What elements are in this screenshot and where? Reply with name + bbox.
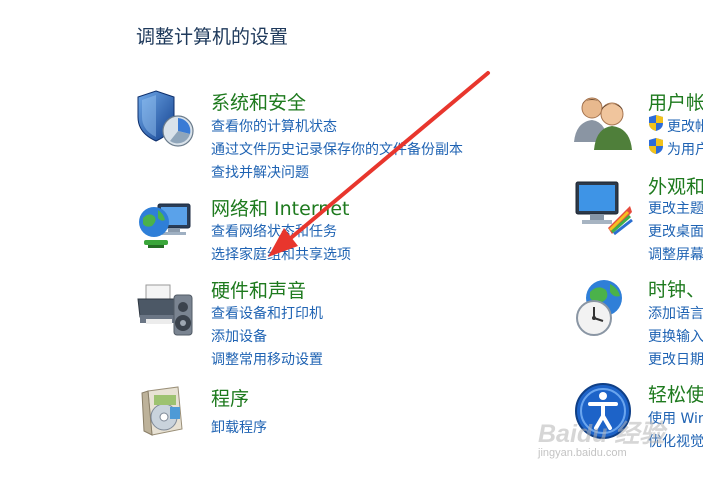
appearance-monitor-icon[interactable] [572, 178, 634, 240]
link-homegroup-sharing[interactable]: 选择家庭组和共享选项 [211, 244, 351, 264]
link-devices-printers[interactable]: 查看设备和打印机 [211, 303, 323, 323]
category-title-user-accounts[interactable]: 用户帐 [648, 88, 703, 115]
link-view-network-status[interactable]: 查看网络状态和任务 [211, 221, 337, 241]
link-change-date-format[interactable]: 更改日期 [648, 349, 703, 369]
link-family-safety[interactable]: 为用户 [667, 139, 703, 159]
category-title-appearance[interactable]: 外观和 [648, 172, 703, 199]
category-title-network-internet[interactable]: 网络和 Internet [211, 194, 349, 221]
uac-shield-icon [648, 114, 664, 132]
user-accounts-icon[interactable] [572, 90, 634, 152]
link-add-device[interactable]: 添加设备 [211, 326, 267, 346]
link-troubleshoot[interactable]: 查找并解决问题 [211, 162, 309, 182]
watermark-url: jingyan.baidu.com [538, 447, 627, 459]
link-uninstall-program[interactable]: 卸载程序 [211, 417, 267, 437]
link-change-input-method[interactable]: 更换输入 [648, 326, 703, 346]
category-title-hardware-sound[interactable]: 硬件和声音 [211, 276, 306, 303]
link-change-account-type[interactable]: 更改帐 [667, 116, 703, 136]
network-globe-icon[interactable] [134, 196, 196, 258]
watermark-logo: Baidu 经验 [538, 420, 665, 448]
link-view-computer-status[interactable]: 查看你的计算机状态 [211, 116, 337, 136]
baidu-watermark: Baidu 经验 jingyan.baidu.com [538, 414, 698, 464]
programs-box-icon[interactable] [134, 381, 196, 443]
uac-shield-icon [648, 137, 664, 155]
printer-speaker-icon[interactable] [134, 281, 196, 343]
link-change-theme[interactable]: 更改主题 [648, 198, 703, 218]
category-title-programs[interactable]: 程序 [211, 384, 249, 411]
category-title-ease-of-access[interactable]: 轻松使 [648, 380, 703, 407]
clock-globe-icon[interactable] [572, 276, 634, 338]
category-title-system-security[interactable]: 系统和安全 [211, 88, 306, 115]
link-mobility-settings[interactable]: 调整常用移动设置 [211, 349, 323, 369]
link-adjust-screen-resolution[interactable]: 调整屏幕 [648, 244, 703, 264]
category-title-clock-region[interactable]: 时钟、 [648, 275, 703, 302]
link-change-desktop-background[interactable]: 更改桌面 [648, 221, 703, 241]
security-shield-icon[interactable] [134, 87, 196, 149]
link-file-history-backup[interactable]: 通过文件历史记录保存你的文件备份副本 [211, 139, 463, 159]
page-title: 调整计算机的设置 [136, 26, 289, 48]
link-add-language[interactable]: 添加语言 [648, 303, 703, 323]
